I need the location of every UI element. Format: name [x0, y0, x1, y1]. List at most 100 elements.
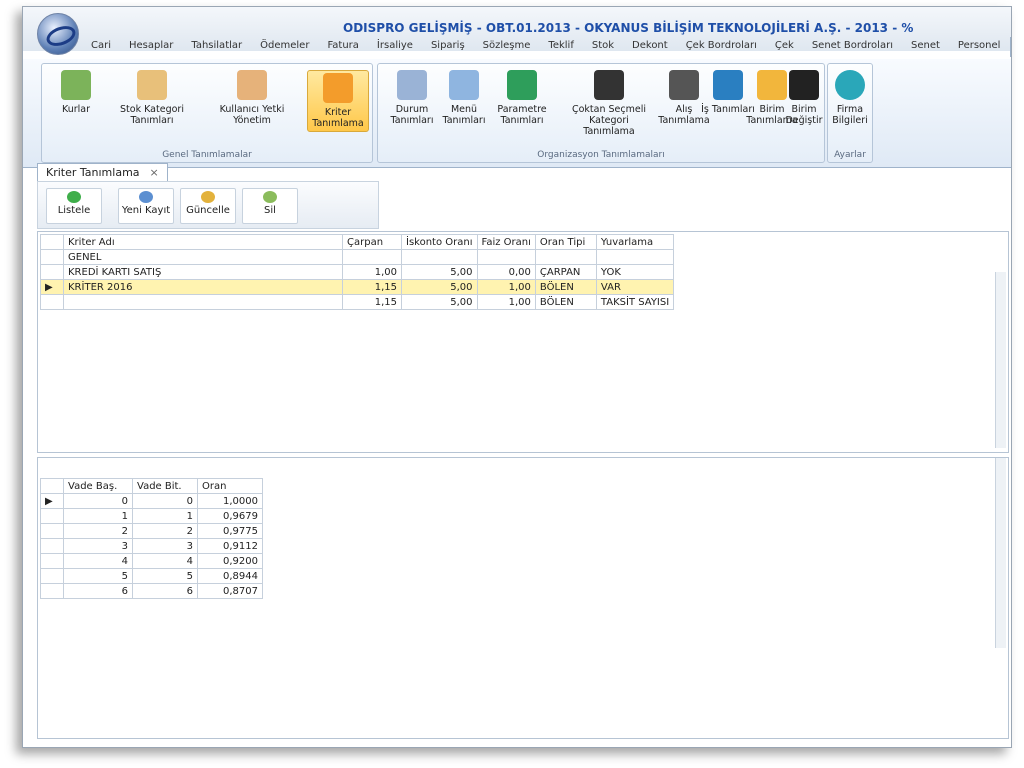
table-row[interactable]: 2 2 0,9775 — [40, 523, 263, 539]
menu-tab[interactable]: Personel — [950, 37, 1009, 57]
table-cell[interactable]: BÖLEN — [534, 279, 597, 295]
table-cell[interactable]: 2 — [132, 523, 198, 539]
listele-button[interactable]: Listele — [46, 188, 102, 224]
table-cell[interactable]: 4 — [63, 553, 133, 569]
menu-tab[interactable]: Ödemeler — [252, 37, 317, 57]
table-cell[interactable]: 2 — [63, 523, 133, 539]
menu-tab[interactable]: Sözleşme — [475, 37, 539, 57]
menu-tab[interactable]: Senet Bordroları — [804, 37, 901, 57]
table-cell[interactable] — [401, 249, 478, 265]
menu-tab[interactable]: İrsaliye — [369, 37, 421, 57]
table-row[interactable]: 3 3 0,9112 — [40, 538, 263, 554]
kriter-tanimlama-button[interactable]: Kriter Tanımlama — [307, 70, 369, 132]
table-cell[interactable]: 0,9200 — [197, 553, 263, 569]
table-cell[interactable]: KRİTER 2016 — [63, 279, 343, 295]
table-row[interactable]: 6 6 0,8707 — [40, 583, 263, 599]
table-row[interactable]: 1 1 0,9679 — [40, 508, 263, 524]
kullanici-yetki-button[interactable]: Kullanıcı Yetki Yönetim — [212, 70, 292, 126]
col-header[interactable]: Faiz Oranı — [476, 234, 536, 250]
col-header[interactable]: Oran Tipi — [534, 234, 597, 250]
table-cell[interactable]: 5,00 — [401, 264, 478, 280]
menu-tab[interactable]: Hesaplar — [121, 37, 181, 57]
menu-tab[interactable]: Fatura — [319, 37, 366, 57]
table-cell[interactable]: TAKSİT SAYISI — [595, 294, 675, 310]
menu-tab[interactable]: Tanımlar — [1010, 37, 1011, 57]
yeni-kayit-button[interactable]: Yeni Kayıt — [118, 188, 174, 224]
table-cell[interactable]: 1 — [63, 508, 133, 524]
table-row[interactable]: KREDİ KARTI SATIŞ 1,00 5,00 0,00 ÇARPAN YOK — [40, 264, 675, 280]
table-cell[interactable] — [476, 249, 536, 265]
col-header[interactable]: Vade Baş. — [63, 478, 133, 494]
table-row[interactable]: 5 5 0,8944 — [40, 568, 263, 584]
table-cell[interactable]: 1,0000 — [197, 493, 263, 509]
table-cell[interactable] — [534, 249, 597, 265]
menu-tab[interactable]: Çek Bordroları — [678, 37, 765, 57]
table-cell[interactable]: 1,00 — [342, 264, 402, 280]
table-cell[interactable]: KREDİ KARTI SATIŞ — [63, 264, 343, 280]
col-header[interactable]: İskonto Oranı — [401, 234, 478, 250]
menu-tab[interactable]: Senet — [903, 37, 948, 57]
col-header[interactable]: Oran — [197, 478, 263, 494]
table-cell[interactable]: 1,00 — [476, 294, 536, 310]
table-cell[interactable] — [63, 294, 343, 310]
table-cell[interactable]: 3 — [132, 538, 198, 554]
col-header[interactable]: Çarpan — [342, 234, 402, 250]
firma-bilgileri-button[interactable]: Firma Bilgileri — [828, 70, 872, 126]
table-cell[interactable]: 0,9112 — [197, 538, 263, 554]
table-cell[interactable]: 1,15 — [342, 294, 402, 310]
parametre-button[interactable]: Parametre Tanımları — [492, 70, 552, 126]
table-cell[interactable]: 0,9775 — [197, 523, 263, 539]
table-cell[interactable]: ÇARPAN — [534, 264, 597, 280]
table-cell[interactable]: 1,00 — [476, 279, 536, 295]
table-cell[interactable]: 3 — [63, 538, 133, 554]
table-cell[interactable]: 0,8707 — [197, 583, 263, 599]
kurlar-button[interactable]: Kurlar — [46, 70, 106, 115]
table-row[interactable]: GENEL — [40, 249, 675, 265]
vertical-scrollbar[interactable] — [995, 458, 1006, 648]
table-cell[interactable]: 0 — [63, 493, 133, 509]
table-row[interactable]: ▶ 0 0 1,0000 — [40, 493, 263, 509]
vertical-scrollbar[interactable] — [995, 272, 1006, 448]
close-icon[interactable]: × — [150, 166, 159, 179]
table-cell[interactable]: VAR — [595, 279, 675, 295]
table-cell[interactable] — [595, 249, 675, 265]
birim-degistir-button[interactable]: Birim Değiştir — [784, 70, 824, 126]
menu-tanim-button[interactable]: Menü Tanımları — [434, 70, 494, 126]
col-header[interactable]: Yuvarlama — [595, 234, 675, 250]
menu-tab[interactable]: Stok — [584, 37, 622, 57]
col-header[interactable]: Vade Bit. — [132, 478, 198, 494]
table-cell[interactable]: 6 — [63, 583, 133, 599]
table-cell[interactable]: YOK — [595, 264, 675, 280]
table-cell[interactable]: 0,9679 — [197, 508, 263, 524]
table-cell[interactable]: 0,00 — [476, 264, 536, 280]
table-cell[interactable]: 0,8944 — [197, 568, 263, 584]
col-header[interactable]: Kriter Adı — [63, 234, 343, 250]
menu-tab[interactable]: Teklif — [540, 37, 581, 57]
table-cell[interactable]: 5,00 — [401, 279, 478, 295]
table-cell[interactable]: 0 — [132, 493, 198, 509]
table-row[interactable]: 1,15 5,00 1,00 BÖLEN TAKSİT SAYISI — [40, 294, 675, 310]
sil-button[interactable]: Sil — [242, 188, 298, 224]
table-cell[interactable]: 4 — [132, 553, 198, 569]
table-cell[interactable]: 1 — [132, 508, 198, 524]
table-cell[interactable]: 1,15 — [342, 279, 402, 295]
menu-tab[interactable]: Çek — [767, 37, 802, 57]
durum-button[interactable]: Durum Tanımları — [382, 70, 442, 126]
table-cell[interactable]: 6 — [132, 583, 198, 599]
menu-tab[interactable]: Tahsilatlar — [183, 37, 250, 57]
guncelle-button[interactable]: Güncelle — [180, 188, 236, 224]
table-cell[interactable]: 5 — [132, 568, 198, 584]
stok-kategori-button[interactable]: Stok Kategori Tanımları — [112, 70, 192, 126]
table-cell[interactable] — [342, 249, 402, 265]
table-row[interactable]: ▶ KRİTER 2016 1,15 5,00 1,00 BÖLEN VAR — [40, 279, 675, 295]
table-cell[interactable]: 5,00 — [401, 294, 478, 310]
table-cell[interactable]: BÖLEN — [534, 294, 597, 310]
menu-tab[interactable]: Sipariş — [423, 37, 473, 57]
menu-tab[interactable]: Cari — [83, 37, 119, 57]
app-orb-icon[interactable] — [37, 13, 79, 55]
table-cell[interactable]: GENEL — [63, 249, 343, 265]
table-row[interactable]: 4 4 0,9200 — [40, 553, 263, 569]
menu-tab[interactable]: Dekont — [624, 37, 676, 57]
coktan-secmeli-button[interactable]: Çoktan Seçmeli Kategori Tanımlama — [564, 70, 654, 137]
table-cell[interactable]: 5 — [63, 568, 133, 584]
